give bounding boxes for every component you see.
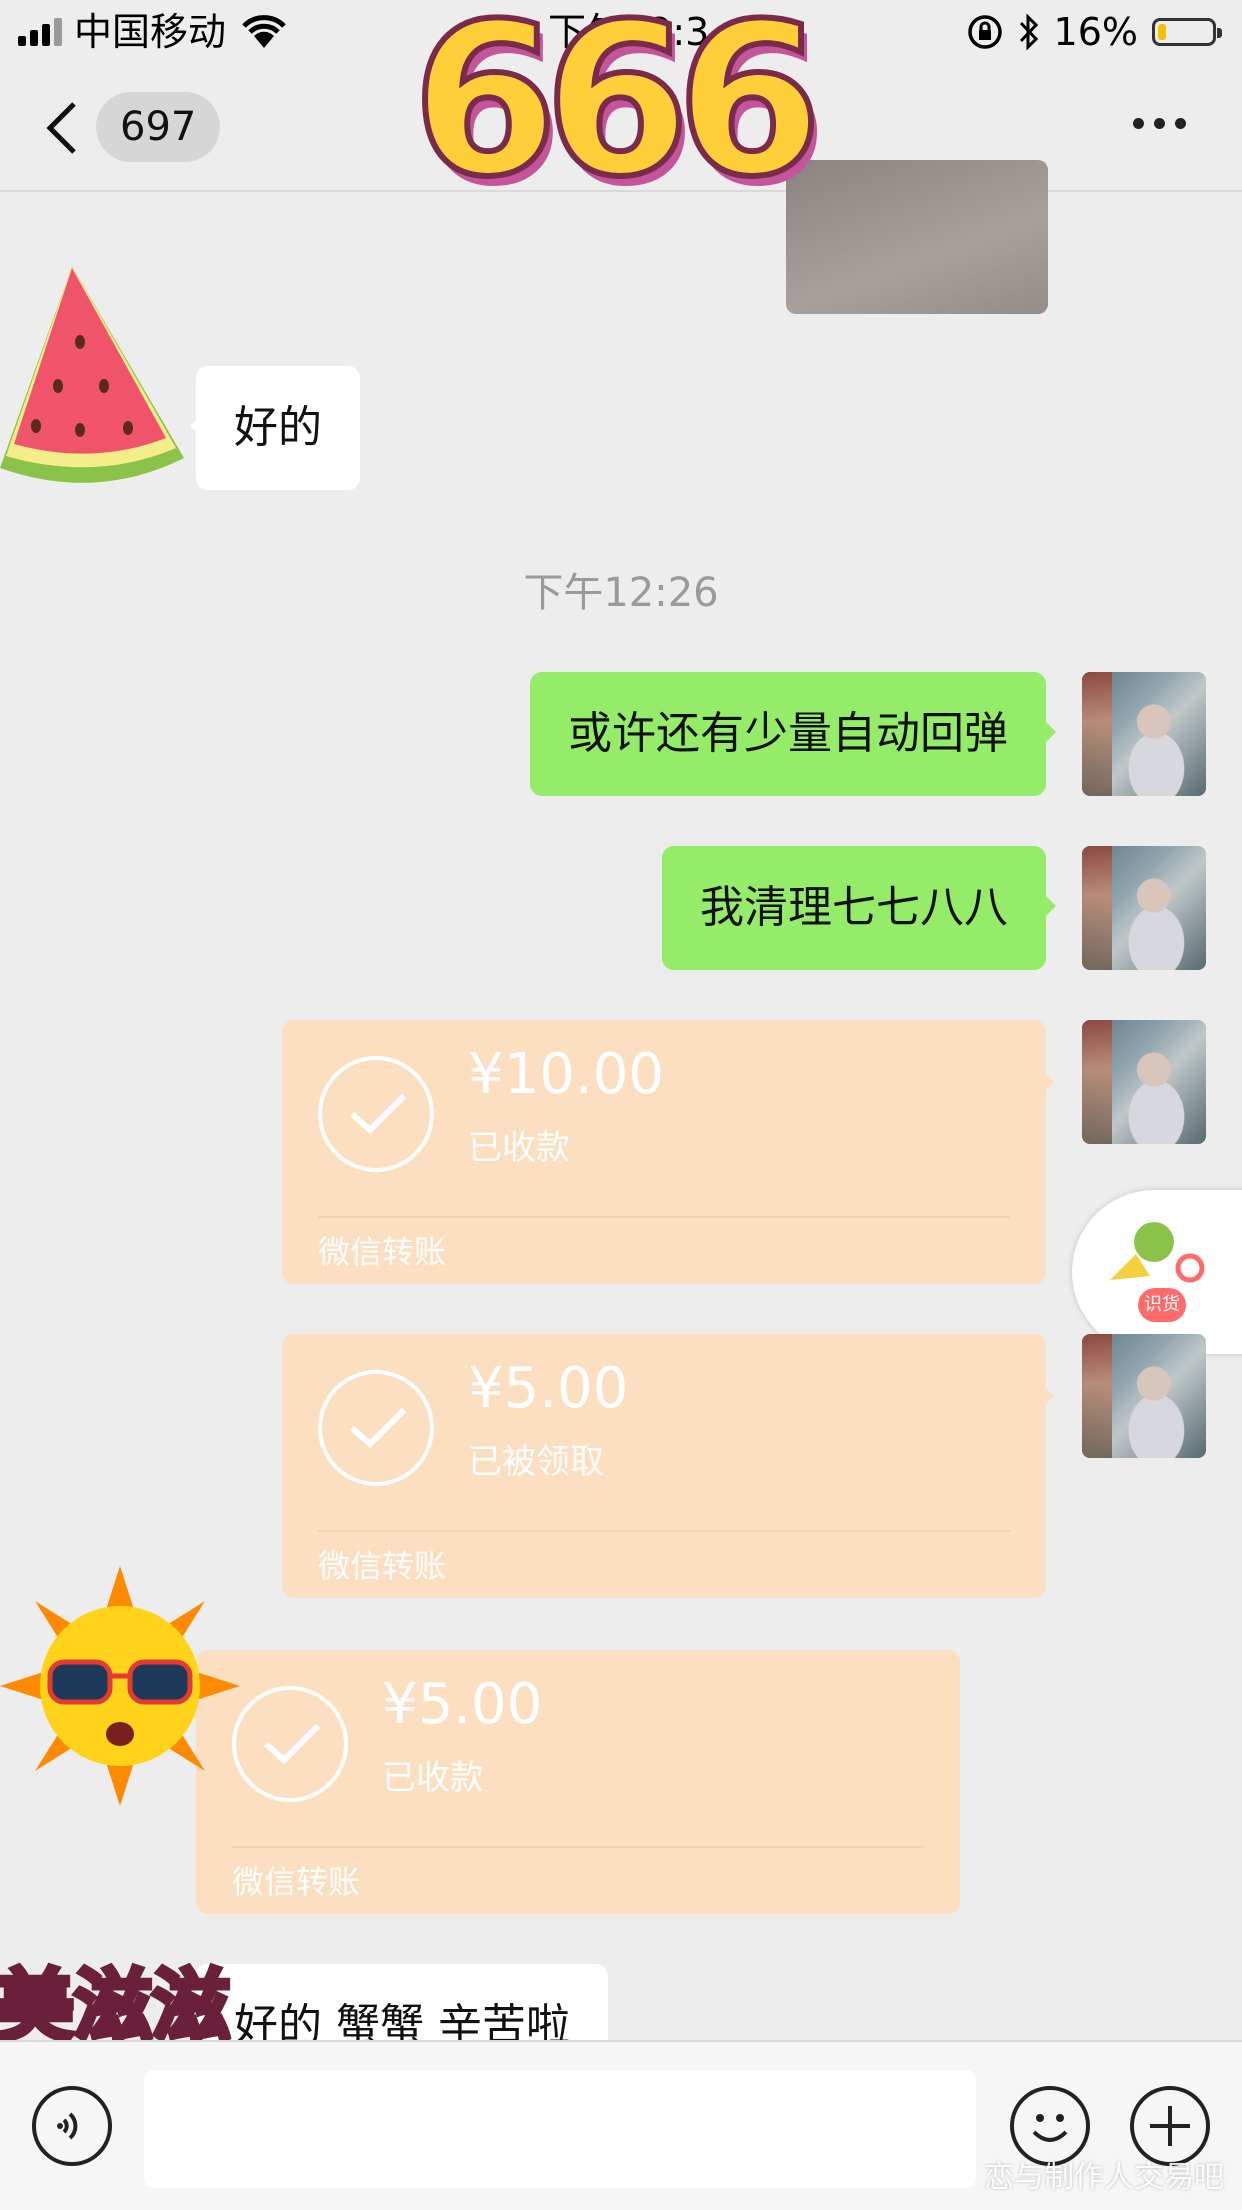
watermelon-icon — [0, 266, 184, 483]
avatar[interactable] — [1082, 1020, 1206, 1144]
more-icon[interactable] — [1133, 118, 1186, 129]
message-input[interactable] — [144, 2070, 976, 2188]
check-circle-icon — [318, 1056, 434, 1172]
battery-icon — [1152, 18, 1222, 46]
bluetooth-icon — [1019, 13, 1038, 51]
floating-sticker-button[interactable]: 识货 — [1072, 1190, 1242, 1354]
incoming-message[interactable]: 好的 — [190, 366, 360, 490]
unread-count-badge[interactable]: 697 — [96, 92, 221, 162]
back-arrow-icon[interactable] — [44, 100, 80, 156]
transfer-divider — [318, 1216, 1010, 1218]
message-timestamp: 下午12:26 — [523, 570, 719, 616]
sun-sticker — [0, 1566, 240, 1806]
transfer-footer: 微信转账 — [318, 1233, 447, 1271]
transfer-divider — [232, 1846, 924, 1848]
avatar[interactable] — [1082, 672, 1206, 796]
status-right: 16% — [966, 8, 1222, 56]
transfer-card[interactable]: ¥10.00 已收款 微信转账 — [282, 1020, 1054, 1284]
lock-rotation-icon — [967, 15, 1002, 49]
carrier-name: 中国移动 — [74, 10, 227, 54]
wifi-icon — [242, 15, 286, 48]
transfer-amount: ¥10.00 — [468, 1042, 664, 1107]
incoming-message[interactable]: 好的 蟹蟹 辛苦啦 — [196, 1964, 608, 2040]
transfer-divider — [318, 1530, 1010, 1532]
signal-icon — [18, 18, 66, 46]
transfer-status: 已被领取 — [468, 1442, 604, 1482]
watermark: 恋与制作人交易吧 — [984, 2160, 1224, 2195]
transfer-footer: 微信转账 — [318, 1547, 447, 1585]
blurred-image[interactable] — [786, 160, 1048, 314]
check-circle-icon — [232, 1686, 348, 1802]
outgoing-message[interactable]: 或许还有少量自动回弹 — [530, 672, 1056, 796]
avatar[interactable] — [1082, 1334, 1206, 1458]
transfer-status: 已收款 — [468, 1128, 570, 1168]
voice-icon[interactable] — [32, 2086, 112, 2166]
transfer-amount: ¥5.00 — [468, 1356, 629, 1421]
watermelon-sticker — [0, 262, 184, 492]
sticker-666: 666 — [409, 0, 825, 223]
transfer-amount: ¥5.00 — [382, 1672, 543, 1737]
avatar[interactable] — [1082, 846, 1206, 970]
transfer-status: 已收款 — [382, 1758, 484, 1798]
transfer-card[interactable]: ¥5.00 已被领取 微信转账 — [282, 1334, 1054, 1598]
transfer-footer: 微信转账 — [232, 1863, 361, 1901]
outgoing-message[interactable]: 我清理七七八八 — [662, 846, 1056, 970]
check-circle-icon — [318, 1370, 434, 1486]
sticker-badge: 识货 — [1138, 1288, 1186, 1322]
battery-percent: 16% — [1053, 10, 1138, 54]
transfer-card[interactable]: ¥5.00 已收款 微信转账 — [188, 1650, 960, 1914]
